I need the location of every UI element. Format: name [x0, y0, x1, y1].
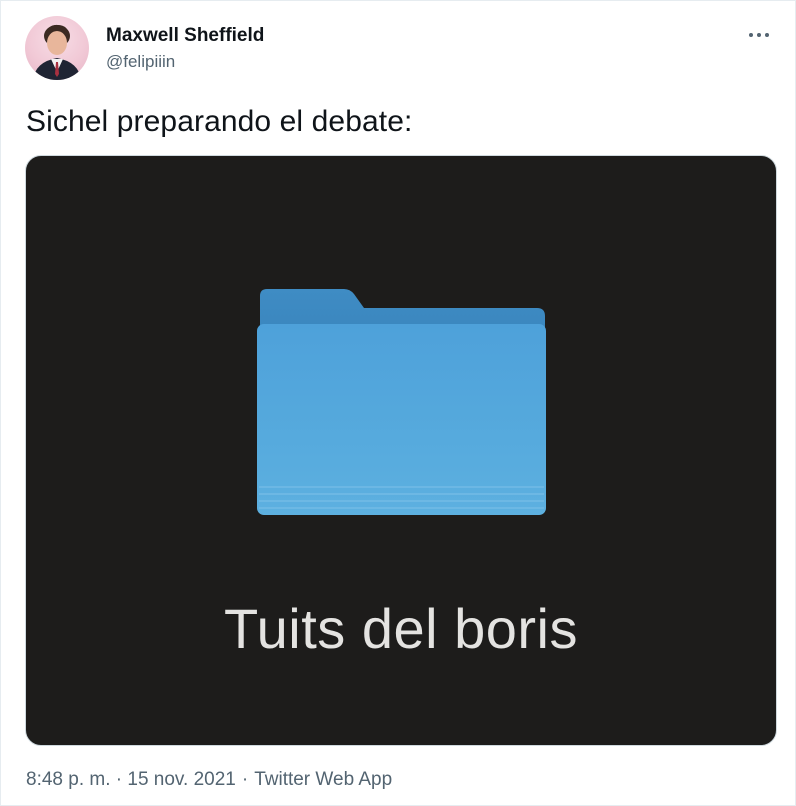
meta-separator: · — [241, 769, 249, 790]
avatar[interactable] — [25, 16, 89, 80]
tweet-source-link[interactable]: Twitter Web App — [254, 769, 392, 791]
tweet-media[interactable]: Tuits del boris — [25, 155, 777, 746]
meta-separator: · — [115, 769, 123, 790]
tweet-metadata: 8:48 p. m. · 15 nov. 2021 · Twitter Web … — [26, 769, 392, 791]
folder-caption: Tuits del boris — [224, 597, 578, 660]
tweet-card: Maxwell Sheffield @felipiiin Sichel prep… — [0, 0, 796, 806]
tweet-time: 8:48 p. m. — [26, 769, 111, 790]
tweet-timestamp-link[interactable]: 8:48 p. m. · 15 nov. 2021 — [26, 769, 236, 791]
more-button[interactable] — [741, 21, 777, 49]
author-name[interactable]: Maxwell Sheffield — [106, 25, 264, 47]
more-horizontal-icon — [749, 33, 769, 37]
author-handle[interactable]: @felipiiin — [106, 52, 175, 72]
tweet-date: 15 nov. 2021 — [127, 769, 236, 790]
avatar-image — [33, 24, 81, 80]
tweet-text: Sichel preparando el debate: — [26, 105, 413, 138]
